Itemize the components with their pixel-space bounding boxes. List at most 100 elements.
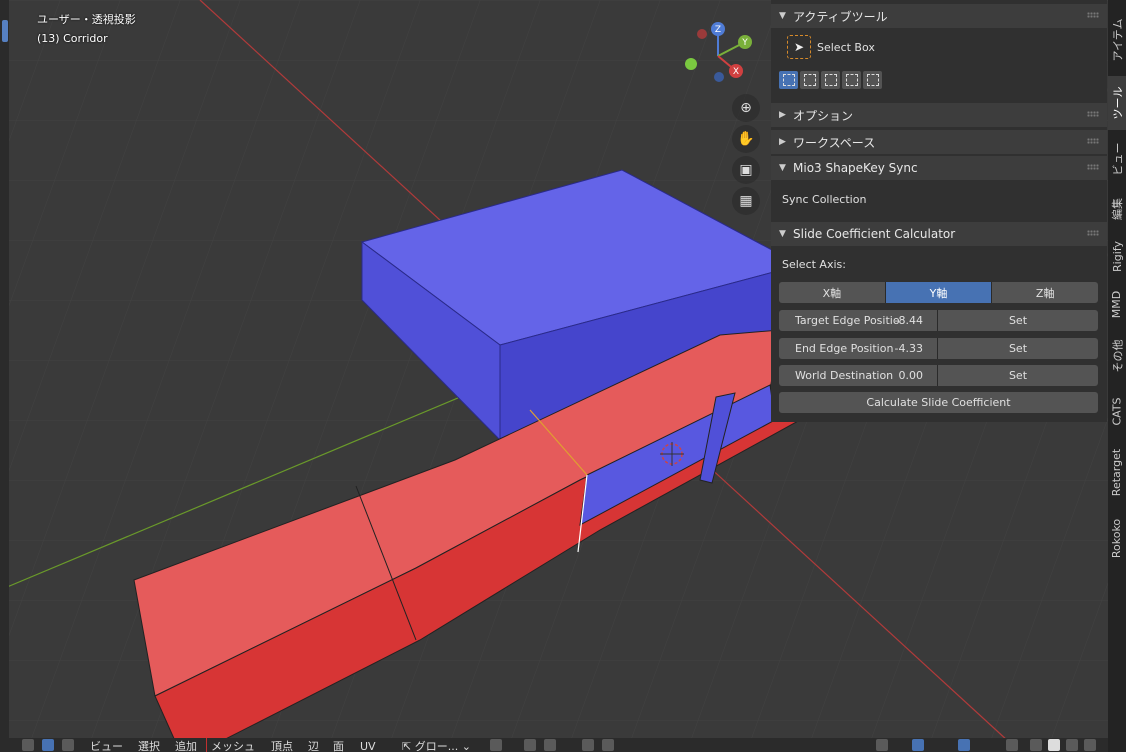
select-box-icon[interactable]: ➤ xyxy=(787,35,811,59)
svg-text:Y: Y xyxy=(741,38,748,48)
shading-wireframe-icon[interactable] xyxy=(1030,739,1042,751)
drag-grip-icon[interactable] xyxy=(1087,111,1099,117)
shapekey-sync-title: Mio3 ShapeKey Sync xyxy=(793,161,918,175)
navigation-gizmo[interactable]: Z Y X xyxy=(682,20,762,88)
field-value: 0.00 xyxy=(898,369,924,382)
hand-pan-icon[interactable]: ✋ xyxy=(732,125,760,153)
world-destination-field[interactable]: World Destination 0.00 xyxy=(779,365,937,386)
field-value: -4.33 xyxy=(894,342,923,355)
workspace-header[interactable]: ▶ ワークスペース xyxy=(771,130,1107,154)
menu-vertex[interactable]: 頂点 xyxy=(271,738,293,752)
tab-view[interactable]: ビュー xyxy=(1108,134,1126,184)
gizmo-neg-y-icon xyxy=(685,58,697,70)
mode-subtract-button[interactable] xyxy=(821,71,840,89)
selection-mode-buttons xyxy=(779,71,884,89)
options-header[interactable]: ▶ オプション xyxy=(771,103,1107,127)
tab-edit[interactable]: 編集 xyxy=(1108,188,1126,230)
select-mode-face-icon[interactable] xyxy=(62,739,74,751)
axis-x-button[interactable]: X軸 xyxy=(779,282,886,303)
mode-new-button[interactable] xyxy=(779,71,798,89)
sidebar-tabs: アイテム ツール ビュー 編集 Rigify MMD その他 CATS Reta… xyxy=(1108,0,1126,752)
axis-z-button[interactable]: Z軸 xyxy=(992,282,1099,303)
active-tool-body: ➤ Select Box xyxy=(771,28,1107,100)
transform-orientation-dropdown[interactable]: ⇱ グロー... ⌄ xyxy=(402,738,471,752)
tab-tool[interactable]: ツール xyxy=(1108,76,1126,130)
collapsed-triangle-icon: ▶ xyxy=(779,137,786,147)
gizmo-toggle-icon[interactable] xyxy=(912,739,924,751)
end-edge-row: End Edge Position -4.33 Set xyxy=(779,338,1098,359)
shading-rendered-icon[interactable] xyxy=(1084,739,1096,751)
field-label: Target Edge Positio xyxy=(795,314,899,327)
mode-extend-button[interactable] xyxy=(800,71,819,89)
tab-rokoko[interactable]: Rokoko xyxy=(1108,508,1126,568)
tab-other[interactable]: その他 xyxy=(1108,330,1126,382)
gizmo-neg-x-icon xyxy=(697,29,707,39)
shapekey-sync-body: Sync Collection xyxy=(771,180,1107,218)
slide-calc-title: Slide Coefficient Calculator xyxy=(793,227,956,241)
snap-icon[interactable] xyxy=(524,739,536,751)
select-mode-edge-icon[interactable] xyxy=(42,739,54,751)
sync-collection-label[interactable]: Sync Collection xyxy=(782,193,866,206)
menu-edge[interactable]: 辺 xyxy=(308,738,319,752)
expand-triangle-icon: ▼ xyxy=(779,11,786,21)
active-tool-title: アクティブツール xyxy=(793,9,888,24)
tab-retarget[interactable]: Retarget xyxy=(1108,440,1126,504)
target-edge-set-button[interactable]: Set xyxy=(937,310,1098,331)
grid-icon[interactable]: ▦ xyxy=(732,187,760,215)
mode-intersect-button[interactable] xyxy=(863,71,882,89)
end-edge-set-button[interactable]: Set xyxy=(937,338,1098,359)
target-edge-row: Target Edge Positio -8.44 Set xyxy=(779,310,1098,331)
pivot-point-icon[interactable] xyxy=(490,739,502,751)
menu-view[interactable]: ビュー xyxy=(90,738,123,752)
select-mode-vertex-icon[interactable] xyxy=(22,739,34,751)
shading-solid-icon[interactable] xyxy=(1048,739,1060,751)
active-object-name: (13) Corridor xyxy=(37,32,108,45)
gizmo-neg-z-icon xyxy=(714,72,724,82)
menu-add[interactable]: 追加 xyxy=(175,738,197,752)
world-destination-set-button[interactable]: Set xyxy=(937,365,1098,386)
xray-icon[interactable] xyxy=(1006,739,1018,751)
shapekey-sync-header[interactable]: ▼ Mio3 ShapeKey Sync xyxy=(771,156,1107,180)
collapsed-triangle-icon: ▶ xyxy=(779,110,786,120)
calculate-slide-coefficient-button[interactable]: Calculate Slide Coefficient xyxy=(779,392,1098,413)
svg-text:X: X xyxy=(733,67,739,77)
shading-material-icon[interactable] xyxy=(1066,739,1078,751)
field-label: World Destination xyxy=(795,369,894,382)
expand-triangle-icon: ▼ xyxy=(779,229,786,239)
axis-y-button[interactable]: Y軸 xyxy=(885,282,993,303)
tab-rigify[interactable]: Rigify xyxy=(1108,234,1126,278)
menu-uv[interactable]: UV xyxy=(360,738,376,752)
proportional-edit-icon[interactable] xyxy=(582,739,594,751)
workspace-title: ワークスペース xyxy=(793,135,876,150)
axis-selector: X軸 Y軸 Z軸 xyxy=(779,282,1099,303)
falloff-icon[interactable] xyxy=(602,739,614,751)
header-menu-bar: ビュー 選択 追加 メッシュ 頂点 辺 面 UV ⇱ グロー... ⌄ xyxy=(0,738,1108,752)
zoom-icon[interactable]: ⊕ xyxy=(732,94,760,122)
menu-select[interactable]: 選択 xyxy=(138,738,160,752)
overlay-toggle-icon[interactable] xyxy=(958,739,970,751)
field-label: End Edge Position xyxy=(795,342,894,355)
sidebar-n-panel: ▼ アクティブツール ➤ Select Box ▶ オプション ▶ ワークスペー… xyxy=(771,0,1107,422)
left-toolbar-strip xyxy=(0,0,9,752)
drag-grip-icon[interactable] xyxy=(1087,164,1099,170)
drag-grip-icon[interactable] xyxy=(1087,12,1099,18)
toolbar-tab[interactable] xyxy=(2,20,8,42)
tab-mmd[interactable]: MMD xyxy=(1108,282,1126,326)
slide-calc-header[interactable]: ▼ Slide Coefficient Calculator xyxy=(771,222,1107,246)
tab-cats[interactable]: CATS xyxy=(1108,386,1126,436)
snap-target-icon[interactable] xyxy=(544,739,556,751)
visibility-icon[interactable] xyxy=(876,739,888,751)
tab-item[interactable]: アイテム xyxy=(1108,8,1126,72)
active-tool-header[interactable]: ▼ アクティブツール xyxy=(771,4,1107,28)
drag-grip-icon[interactable] xyxy=(1087,138,1099,144)
end-edge-field[interactable]: End Edge Position -4.33 xyxy=(779,338,937,359)
menu-mesh[interactable]: メッシュ xyxy=(206,738,255,752)
svg-text:Z: Z xyxy=(715,25,721,35)
tool-name: Select Box xyxy=(817,41,875,54)
drag-grip-icon[interactable] xyxy=(1087,230,1099,236)
target-edge-field[interactable]: Target Edge Positio -8.44 xyxy=(779,310,937,331)
menu-face[interactable]: 面 xyxy=(333,738,344,752)
camera-icon[interactable]: ▣ xyxy=(732,156,760,184)
mode-invert-button[interactable] xyxy=(842,71,861,89)
expand-triangle-icon: ▼ xyxy=(779,163,786,173)
